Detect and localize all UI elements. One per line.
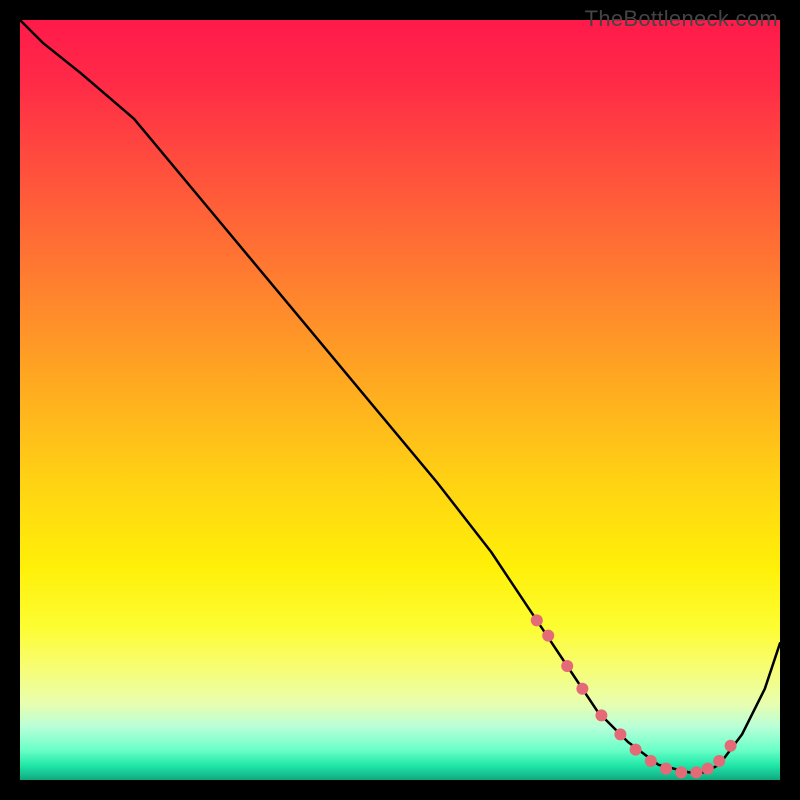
bottleneck-curve: [20, 20, 780, 772]
highlight-dot: [542, 630, 554, 642]
highlight-dot: [660, 763, 672, 775]
highlight-dot: [614, 728, 626, 740]
highlight-dot: [561, 660, 573, 672]
highlight-dot: [630, 744, 642, 756]
highlight-dot: [531, 614, 543, 626]
chart-container: TheBottleneck.com: [0, 0, 800, 800]
watermark-label: TheBottleneck.com: [585, 6, 778, 32]
chart-svg: [20, 20, 780, 780]
highlight-dot: [725, 740, 737, 752]
highlight-dot: [713, 755, 725, 767]
highlight-dot: [702, 763, 714, 775]
highlight-dot: [576, 683, 588, 695]
highlight-dots-group: [531, 614, 737, 778]
highlight-dot: [645, 755, 657, 767]
highlight-dot: [690, 766, 702, 778]
highlight-dot: [595, 709, 607, 721]
highlight-dot: [675, 766, 687, 778]
